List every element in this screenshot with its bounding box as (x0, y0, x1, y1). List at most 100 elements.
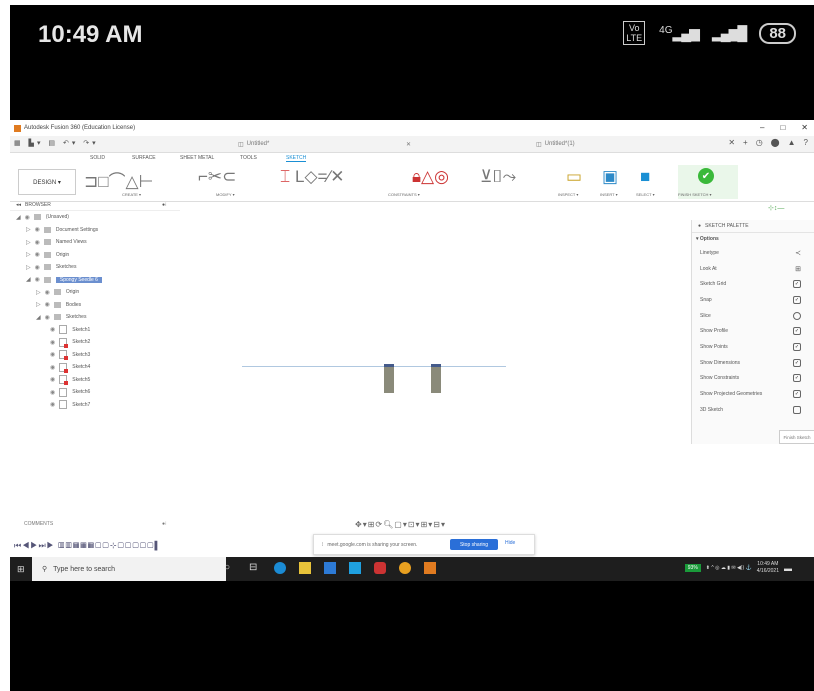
visibility-icon[interactable]: ◉ (35, 251, 40, 258)
palette-checkbox[interactable]: ✓ (793, 374, 801, 383)
palette-option[interactable]: Snap ✓ (692, 292, 814, 308)
look-at-icon[interactable]: ⊞ (795, 265, 801, 273)
tab-surface[interactable]: SURFACE (132, 155, 156, 161)
clock-icon[interactable]: ◷ (756, 138, 763, 147)
palette-checkbox[interactable]: ✓ (793, 295, 801, 304)
tab-sheet-metal[interactable]: SHEET METAL (180, 155, 214, 161)
palette-option[interactable]: Show Points ✓ (692, 339, 814, 355)
linetype-icon[interactable]: ≺ (795, 249, 801, 257)
fusion-taskbar-icon[interactable] (424, 562, 436, 574)
finish-sketch-menu[interactable]: FINISH SKETCH ▾ (678, 192, 712, 197)
palette-checkbox[interactable]: ✓ (793, 342, 801, 351)
cortana-icon[interactable]: ○ (224, 562, 236, 574)
palette-checkbox[interactable]: ✓ (793, 280, 801, 289)
browser-item[interactable]: ◢ ◉ (Unsaved) (10, 211, 180, 224)
palette-option[interactable]: Sketch Grid ✓ (692, 276, 814, 292)
visibility-icon[interactable]: ◉ (45, 314, 50, 321)
visibility-icon[interactable]: ◉ (50, 376, 55, 383)
mail-icon[interactable] (324, 562, 336, 574)
visibility-icon[interactable]: ◉ (25, 214, 30, 221)
constraint-tools-3[interactable]: ⊻⌷⤳ (480, 167, 516, 187)
browser-item[interactable]: ▷ ◉ Named Views (10, 236, 180, 249)
constraint-tools-2[interactable]: L◇=∕✕ (295, 167, 345, 187)
tab-tools[interactable]: TOOLS (240, 155, 257, 161)
create-menu[interactable]: CREATE ▾ (122, 192, 141, 197)
visibility-icon[interactable]: ◉ (50, 339, 55, 346)
palette-options-heading[interactable]: ▾ Options (692, 233, 814, 245)
expand-icon[interactable]: ▷ (36, 301, 41, 308)
hide-button[interactable]: Hide (505, 540, 515, 546)
browser-item[interactable]: ◢ ◉ Spongy Seedle 6 (10, 274, 180, 287)
palette-checkbox[interactable]: ✓ (793, 358, 801, 367)
windows-start-icon[interactable]: ⊞ (17, 564, 25, 575)
finish-sketch-button[interactable]: Finish Sketch (779, 430, 814, 444)
tab-untitled-close[interactable]: ✕ (406, 138, 411, 150)
quick-access-toolbar[interactable]: ▦ ▙▾ ▤ ↶▾ ↷▾ (14, 139, 99, 147)
tray-icons[interactable]: ⬍ ^ ◎ ☁ ▮ ✉ ◀)) ⚓ (706, 565, 752, 571)
notification-icon[interactable]: ▲ (788, 138, 796, 147)
constraint-tools[interactable]: ⌶ (280, 167, 290, 187)
browser-item[interactable]: ▷ ◉ Sketches (10, 261, 180, 274)
edge-icon[interactable] (274, 562, 286, 574)
expand-icon[interactable]: ▷ (36, 289, 41, 296)
visibility-icon[interactable]: ◉ (50, 351, 55, 358)
palette-option[interactable]: Show Constraints ✓ (692, 371, 814, 387)
navigation-toolbar[interactable]: ✥▾⊞⟳🔍︎▢▾⊡▾⊞▾⊟▾ (355, 520, 446, 529)
browser-item[interactable]: ◉ Sketch6 (10, 386, 180, 399)
close-button[interactable]: ✕ (801, 123, 808, 132)
browser-item[interactable]: ◉ Sketch2 (10, 336, 180, 349)
chrome-icon[interactable] (399, 562, 411, 574)
taskbar-clock[interactable]: 10:49 AM 4/16/2021 (757, 561, 779, 575)
palette-option[interactable]: Linetype ≺ (692, 245, 814, 261)
minimize-button[interactable]: – (760, 123, 764, 132)
browser-item[interactable]: ▷ ◉ Document Settings (10, 224, 180, 237)
body-part-2[interactable] (431, 364, 441, 393)
modify-menu[interactable]: MODIFY ▾ (216, 192, 235, 197)
store-icon[interactable] (349, 562, 361, 574)
workspace-switcher[interactable]: DESIGN ▾ (18, 169, 76, 195)
browser-item[interactable]: ◉ Sketch3 (10, 349, 180, 362)
create-tools[interactable]: ⊐□⌒△⊢ (84, 167, 153, 192)
visibility-icon[interactable]: ◉ (35, 239, 40, 246)
browser-item[interactable]: ▷ ◉ Origin (10, 286, 180, 299)
lock-icon[interactable]: 🔒︎△◎ (412, 167, 449, 187)
insert-image-icon[interactable]: ▣ (602, 167, 618, 187)
visibility-icon[interactable]: ◉ (50, 401, 55, 408)
palette-checkbox[interactable]: ✓ (793, 327, 801, 336)
body-part-1[interactable] (384, 364, 394, 393)
visibility-icon[interactable]: ◉ (35, 276, 40, 283)
select-icon[interactable]: ■ (640, 167, 650, 187)
insert-menu[interactable]: INSERT ▾ (600, 192, 618, 197)
expand-icon[interactable]: ◢ (36, 314, 41, 321)
expand-icon[interactable]: ◢ (16, 214, 21, 221)
browser-item[interactable]: ◉ Sketch4 (10, 361, 180, 374)
expand-icon[interactable]: ▷ (26, 239, 31, 246)
browser-item[interactable]: ◉ Sketch7 (10, 399, 180, 412)
tab-close-icon[interactable]: ✕ (728, 138, 735, 147)
notification-center-icon[interactable]: ▬ (784, 564, 792, 573)
browser-item[interactable]: ◢ ◉ Sketches (10, 311, 180, 324)
browser-item[interactable]: ◉ Sketch1 (10, 324, 180, 337)
measure-icon[interactable]: ▭ (566, 167, 582, 187)
viewcube-icon[interactable]: ⊹↕— (768, 204, 784, 212)
timeline-bar[interactable]: ⏮◀▶⏭▶ ▥▥▦▦▦▢▢⊹▢▢▢▢▢▌ (14, 541, 161, 551)
palette-checkbox[interactable] (793, 311, 801, 320)
browser-item[interactable]: ▷ ◉ Origin (10, 249, 180, 262)
constraints-menu[interactable]: CONSTRAINTS ▾ (388, 192, 420, 197)
palette-option[interactable]: Look At ⊞ (692, 261, 814, 277)
browser-item[interactable]: ◉ Sketch5 (10, 374, 180, 387)
new-tab-icon[interactable]: + (743, 138, 748, 147)
visibility-icon[interactable]: ◉ (35, 226, 40, 233)
select-menu[interactable]: SELECT ▾ (636, 192, 655, 197)
comments-pin-icon[interactable]: ●⁝ (162, 521, 167, 527)
expand-icon[interactable]: ▷ (26, 226, 31, 233)
finish-sketch-icon[interactable]: ✔ (698, 168, 714, 184)
palette-option[interactable]: Slice (692, 308, 814, 324)
tab-untitled[interactable]: ◫ Untitled* (238, 138, 269, 150)
tab-sketch[interactable]: SKETCH (286, 155, 307, 162)
palette-option[interactable]: Show Dimensions ✓ (692, 355, 814, 371)
tab-solid[interactable]: SOLID (90, 155, 105, 161)
expand-icon[interactable]: ◢ (26, 276, 31, 283)
visibility-icon[interactable]: ◉ (35, 264, 40, 271)
battery-indicator[interactable]: 93% (684, 564, 701, 572)
